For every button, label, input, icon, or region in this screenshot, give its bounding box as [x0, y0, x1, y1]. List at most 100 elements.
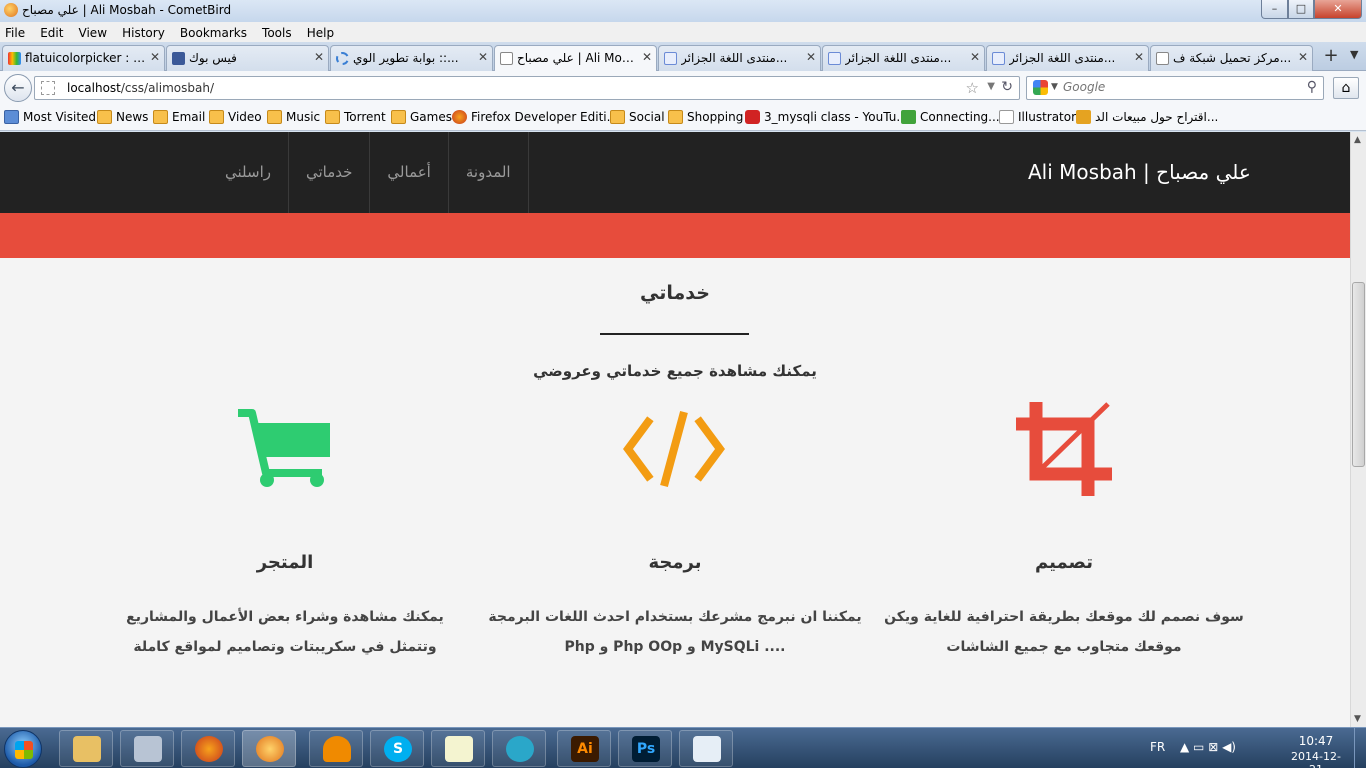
taskbar-notepad[interactable] — [431, 730, 485, 767]
bookmark-torrent[interactable]: Torrent — [325, 110, 386, 124]
tab-ali-mosbah[interactable]: علي مصباح | Ali Mos... ✕ — [494, 45, 657, 72]
photoshop-icon: Ps — [632, 736, 660, 762]
nav-works[interactable]: أعمالي — [370, 132, 449, 213]
android-icon — [901, 110, 916, 124]
menu-view[interactable]: View — [74, 24, 112, 42]
taskbar-explorer[interactable] — [59, 730, 113, 767]
taskbar-calculator[interactable] — [120, 730, 174, 767]
bookmark-social[interactable]: Social — [610, 110, 665, 124]
bookmark-youtube[interactable]: 3_mysqli class - YouTu... — [745, 110, 908, 124]
taskbar-media[interactable] — [492, 730, 546, 767]
tab-forum-1[interactable]: منتدى اللغة الجزائر... ✕ — [658, 45, 821, 71]
new-tab-plus-icon[interactable]: + — [1320, 46, 1342, 68]
site-header: علي مصباح | Ali Mosbah راسلني خدماتي أعم… — [0, 132, 1350, 213]
paint-palette-icon — [693, 736, 721, 762]
tab-facebook[interactable]: فيس بوك ✕ — [166, 45, 329, 71]
google-engine-icon[interactable] — [1033, 80, 1048, 95]
rss-folder-icon — [97, 110, 112, 124]
title-divider — [600, 333, 749, 335]
close-window-button[interactable]: ✕ — [1314, 0, 1362, 19]
cometbird-icon — [256, 736, 284, 762]
site-identity-icon[interactable] — [41, 81, 55, 95]
vertical-scrollbar[interactable]: ▲ ▼ — [1350, 132, 1366, 727]
search-input[interactable] — [1063, 80, 1293, 94]
home-icon[interactable]: ⌂ — [1333, 77, 1359, 99]
tab-web-portal[interactable]: بوابة تطوير الوي ::... ✕ — [330, 45, 493, 71]
tab-close-icon[interactable]: ✕ — [1134, 50, 1144, 64]
menu-history[interactable]: History — [117, 24, 170, 42]
start-button[interactable] — [4, 730, 42, 768]
menu-file[interactable]: File — [0, 24, 30, 42]
clock-time[interactable]: 10:47 — [1286, 734, 1346, 748]
tab-download-center[interactable]: مركز تحميل شبكة ف... ✕ — [1150, 45, 1313, 71]
bookmark-html5-sales[interactable]: اقتراح حول مبيعات الد... — [1076, 110, 1218, 124]
back-arrow-icon[interactable]: ← — [4, 74, 32, 102]
taskbar-firefox[interactable] — [181, 730, 235, 767]
language-indicator[interactable]: FR — [1150, 740, 1165, 754]
nav-services[interactable]: خدماتي — [289, 132, 371, 213]
tab-close-icon[interactable]: ✕ — [478, 50, 488, 64]
taskbar-vlc[interactable] — [309, 730, 363, 767]
tab-close-icon[interactable]: ✕ — [970, 50, 980, 64]
bookmark-music[interactable]: Music — [267, 110, 320, 124]
url-text[interactable]: localhost/css/alimosbah/ — [67, 81, 214, 95]
skype-icon: S — [384, 736, 412, 762]
maximize-button[interactable]: □ — [1288, 0, 1314, 19]
taskbar-paint[interactable] — [679, 730, 733, 767]
tab-label: منتدى اللغة الجزائر... — [1009, 51, 1116, 65]
tab-close-icon[interactable]: ✕ — [806, 50, 816, 64]
taskbar-cometbird[interactable] — [242, 730, 296, 767]
tab-label: flatuicolorpicker : Be... — [25, 51, 146, 65]
hero-red-band — [0, 213, 1350, 258]
tab-forum-3[interactable]: منتدى اللغة الجزائر... ✕ — [986, 45, 1149, 71]
tab-close-icon[interactable]: ✕ — [1298, 50, 1308, 64]
bookmark-shopping[interactable]: Shopping — [668, 110, 743, 124]
tab-strip: flatuicolorpicker : Be... ✕ فيس بوك ✕ بو… — [0, 42, 1366, 72]
taskbar-illustrator[interactable]: Ai — [557, 730, 611, 767]
reload-icon[interactable]: ↻ — [1001, 79, 1013, 95]
tab-forum-2[interactable]: منتدى اللغة الجزائر... ✕ — [822, 45, 985, 71]
bookmark-news[interactable]: News — [97, 110, 148, 124]
show-desktop-button[interactable] — [1354, 728, 1366, 768]
nav-contact[interactable]: راسلني — [208, 132, 289, 213]
bookmark-games[interactable]: Games — [391, 110, 452, 124]
history-dropdown-icon[interactable]: ▼ — [987, 81, 995, 92]
minimize-button[interactable]: – — [1261, 0, 1288, 19]
bookmark-illustrator[interactable]: Illustrator — [999, 110, 1076, 124]
navigation-toolbar: ← localhost/css/alimosbah/ ☆ ▼ ↻ ▼ ⚲ ⌂ — [0, 71, 1366, 105]
firefox-icon — [452, 110, 467, 124]
url-bar[interactable]: localhost/css/alimosbah/ ☆ ▼ ↻ — [34, 76, 1020, 100]
taskbar-skype[interactable]: S — [370, 730, 424, 767]
search-magnifier-icon[interactable]: ⚲ — [1307, 79, 1317, 95]
media-reel-icon — [506, 736, 534, 762]
menu-edit[interactable]: Edit — [35, 24, 68, 42]
menu-help[interactable]: Help — [302, 24, 339, 42]
menu-tools[interactable]: Tools — [257, 24, 297, 42]
menu-bookmarks[interactable]: Bookmarks — [175, 24, 252, 42]
bookmark-video[interactable]: Video — [209, 110, 262, 124]
bookmark-email[interactable]: Email — [153, 110, 205, 124]
tab-close-icon[interactable]: ✕ — [150, 50, 160, 64]
illustrator-icon: Ai — [571, 736, 599, 762]
tab-close-icon[interactable]: ✕ — [314, 50, 324, 64]
tab-list-chevron-down-icon[interactable]: ▼ — [1350, 48, 1358, 61]
search-bar[interactable]: ▼ ⚲ — [1026, 76, 1324, 100]
scroll-down-arrow-icon[interactable]: ▼ — [1354, 714, 1361, 724]
nav-blog[interactable]: المدونة — [449, 132, 529, 213]
scroll-up-arrow-icon[interactable]: ▲ — [1354, 135, 1361, 145]
bookmark-most-visited[interactable]: Most Visited — [4, 110, 96, 124]
site-brand[interactable]: علي مصباح | Ali Mosbah — [1028, 160, 1251, 184]
clock-date[interactable]: 2014-12-21 — [1286, 750, 1346, 768]
taskbar-photoshop[interactable]: Ps — [618, 730, 672, 767]
loading-favicon-icon — [336, 52, 349, 65]
tray-icons[interactable]: ▲ ▭ ⊠ ◀) — [1180, 740, 1236, 754]
scrollbar-thumb[interactable] — [1352, 282, 1365, 467]
flatui-favicon-icon — [8, 52, 21, 65]
bookmark-firefox-developer[interactable]: Firefox Developer Editi... — [452, 110, 618, 124]
bookmark-connecting[interactable]: Connecting... — [901, 110, 1000, 124]
tab-close-icon[interactable]: ✕ — [642, 50, 652, 64]
engine-dropdown-icon[interactable]: ▼ — [1051, 82, 1058, 92]
bookmark-star-icon[interactable]: ☆ — [966, 79, 979, 97]
tab-flatuicolorpicker[interactable]: flatuicolorpicker : Be... ✕ — [2, 45, 165, 71]
service-design-text: سوف نصمم لك موقعك بطريقة احترافية للغاية… — [884, 609, 1244, 655]
